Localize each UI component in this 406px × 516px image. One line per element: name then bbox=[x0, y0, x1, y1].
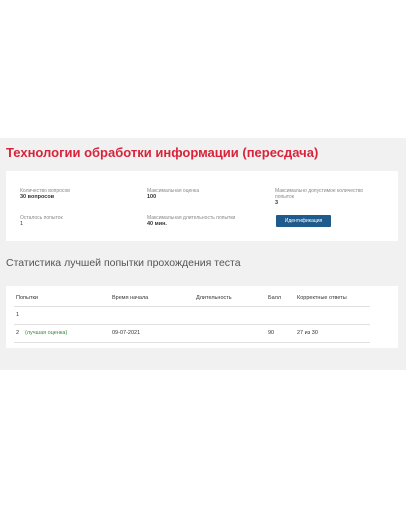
attempts-left: Осталось попыток 1 bbox=[20, 215, 63, 227]
header-score: Балл bbox=[268, 295, 282, 301]
attempts-table: Попытки Время начала Длительность Балл К… bbox=[6, 286, 398, 348]
row-1-attempt: 1 bbox=[16, 312, 20, 318]
stats-title: Статистика лучшей попытки прохождения те… bbox=[6, 257, 241, 269]
row-divider bbox=[14, 306, 370, 307]
questions-count: Количество вопросов 30 вопросов bbox=[20, 188, 70, 200]
max-score: Максимальная оценка 100 bbox=[147, 188, 199, 200]
max-attempts-value: 3 bbox=[275, 200, 279, 206]
attempts-left-value: 1 bbox=[20, 221, 24, 227]
page-title: Технологии обработки информации (пересда… bbox=[6, 145, 319, 160]
identify-button[interactable]: Идентификация bbox=[276, 215, 331, 227]
max-attempts: Максимально допустимое количество попыто… bbox=[275, 188, 375, 206]
questions-count-value: 30 вопросов bbox=[20, 194, 55, 200]
row-divider bbox=[14, 324, 370, 325]
best-score-note: (лучшая оценка) bbox=[25, 330, 68, 336]
attempts-left-label: Осталось попыток bbox=[20, 215, 63, 221]
header-duration: Длительность bbox=[196, 295, 232, 301]
max-score-value: 100 bbox=[147, 194, 157, 200]
row-2-correct-answers: 27 из 30 bbox=[297, 330, 318, 336]
max-duration: Максимальная длительность попытки 40 мин… bbox=[147, 215, 235, 227]
max-duration-value: 40 мин. bbox=[147, 221, 167, 227]
row-divider bbox=[14, 342, 370, 343]
row-2-score: 90 bbox=[268, 330, 275, 336]
header-correct-answers: Корректные ответы bbox=[297, 295, 347, 301]
max-attempts-label: Максимально допустимое количество попыто… bbox=[275, 188, 364, 200]
row-2-start-time: 09-07-2021 bbox=[112, 330, 141, 336]
header-attempts: Попытки bbox=[16, 295, 38, 301]
test-info-card: Количество вопросов 30 вопросов Максимал… bbox=[6, 171, 398, 241]
row-2-attempt: 2 bbox=[16, 330, 20, 336]
header-start-time: Время начала bbox=[112, 295, 149, 301]
